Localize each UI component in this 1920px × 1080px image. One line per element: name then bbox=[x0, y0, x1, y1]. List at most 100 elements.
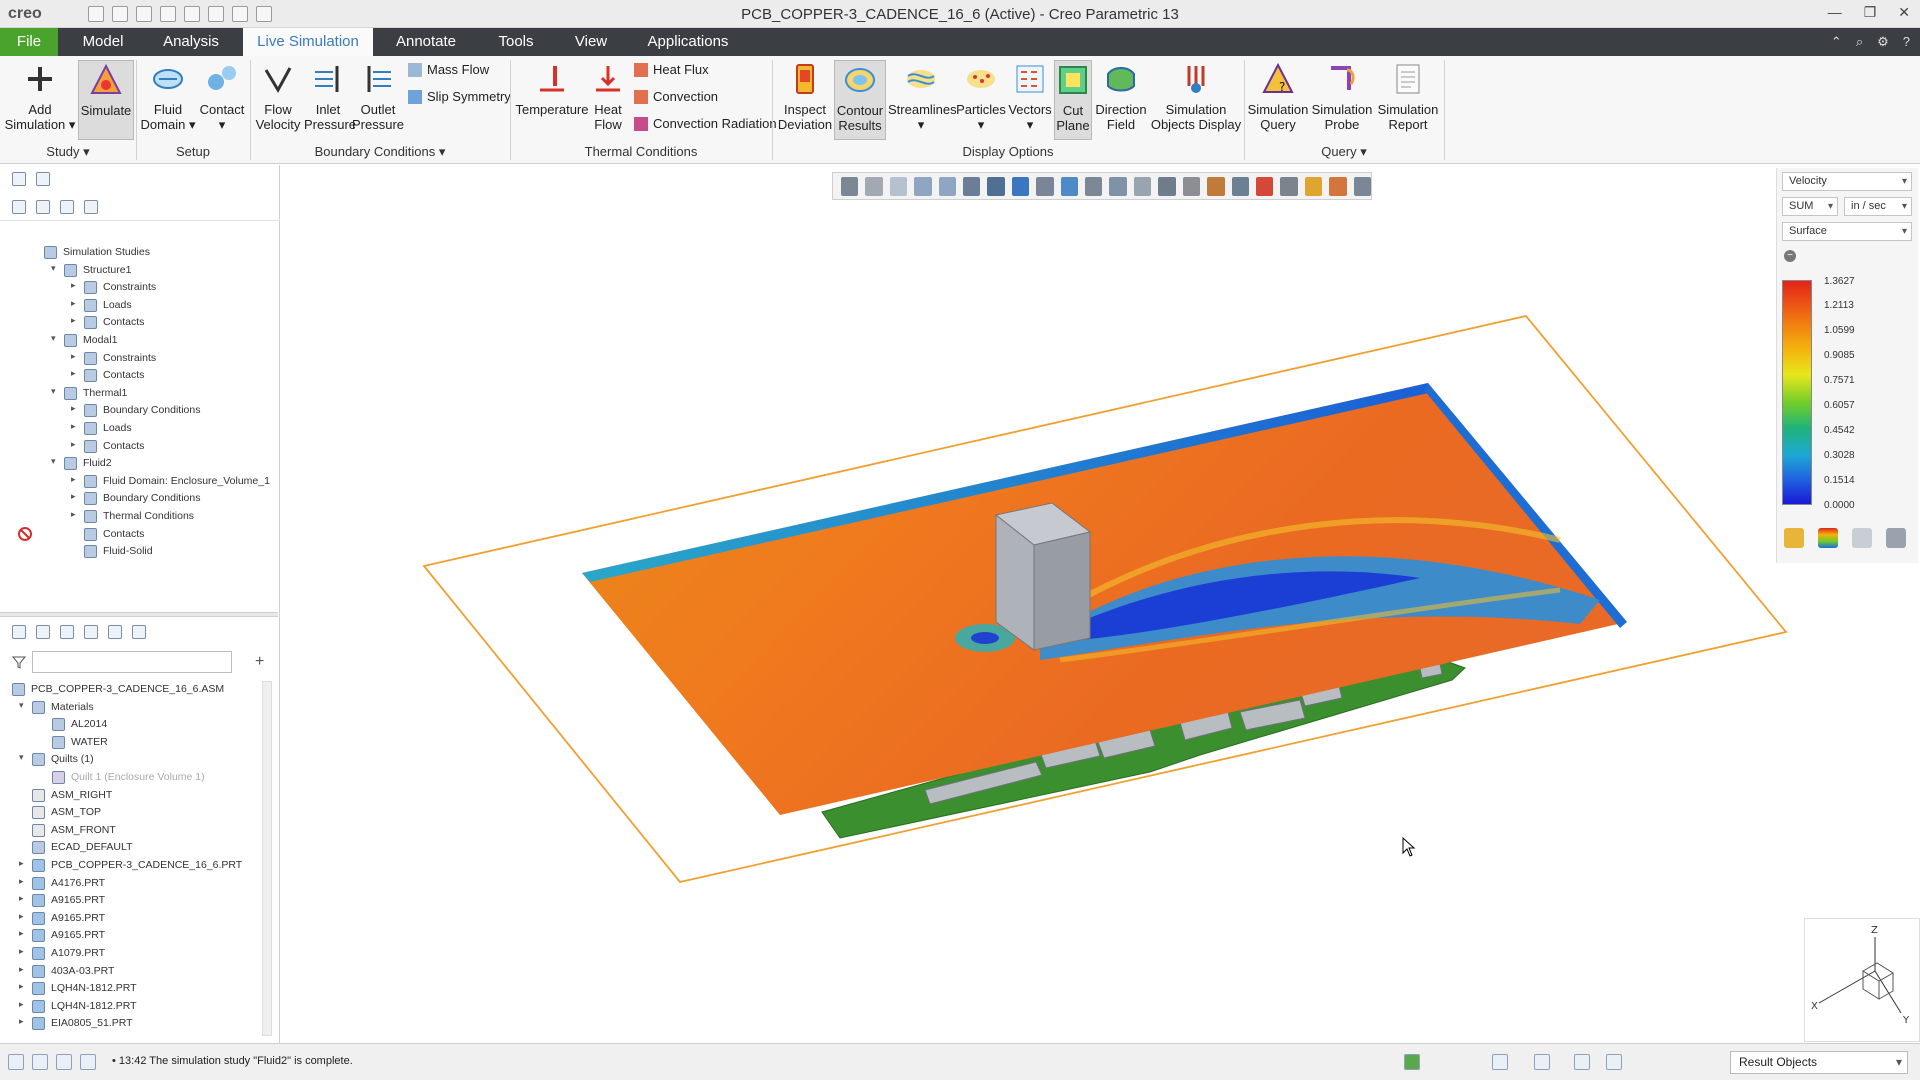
inlet-pressure-button[interactable]: Inlet Pressure bbox=[304, 60, 356, 132]
tab-live-simulation[interactable]: Live Simulation bbox=[243, 28, 373, 56]
tree-row[interactable]: ▸ PCB_COPPER-3_CADENCE_16_6.PRT bbox=[0, 857, 270, 875]
mass-flow-button[interactable]: Mass Flow bbox=[408, 62, 489, 77]
expand-arrow-icon[interactable]: ▸ bbox=[71, 298, 76, 309]
tree-row[interactable]: Quilt 1 (Enclosure Volume 1) bbox=[0, 769, 270, 787]
tree-row[interactable]: ECAD_DEFAULT bbox=[0, 839, 270, 857]
tree-row[interactable]: ASM_FRONT bbox=[0, 822, 270, 840]
tree-row[interactable]: ▾ Materials bbox=[0, 699, 270, 717]
simulation-report-button[interactable]: Simulation Report bbox=[1374, 60, 1442, 132]
minimize-icon[interactable]: — bbox=[1828, 4, 1842, 21]
selection-filter-select[interactable]: Result Objects bbox=[1730, 1051, 1908, 1074]
tree-row[interactable]: ▾ Quilts (1) bbox=[0, 751, 270, 769]
tree-row[interactable]: ASM_RIGHT bbox=[0, 787, 270, 805]
result-units-select[interactable]: in / sec bbox=[1844, 197, 1912, 216]
live-simulation-icon[interactable] bbox=[1255, 176, 1274, 196]
tree-row[interactable]: ▸ Contacts bbox=[0, 438, 270, 456]
collapse-all-icon[interactable] bbox=[60, 199, 74, 214]
tree-row[interactable]: Simulation Studies bbox=[0, 244, 270, 262]
collapse-arrow-icon[interactable]: ▾ bbox=[51, 456, 56, 467]
tree-columns-icon[interactable] bbox=[132, 625, 146, 639]
tree-row[interactable]: ASM_TOP bbox=[0, 804, 270, 822]
tree-row[interactable]: ▸ Loads bbox=[0, 420, 270, 438]
folder-browser-tab-icon[interactable] bbox=[36, 172, 50, 186]
tab-analysis[interactable]: Analysis bbox=[156, 28, 226, 56]
csys-display-icon[interactable] bbox=[1182, 176, 1201, 196]
tab-annotate[interactable]: Annotate bbox=[389, 28, 463, 56]
browser-toggle-icon[interactable] bbox=[32, 1054, 48, 1070]
expand-all-icon[interactable] bbox=[36, 625, 50, 639]
contour-results-button[interactable]: Contour Results bbox=[834, 60, 886, 140]
cut-plane-button[interactable]: Cut Plane bbox=[1054, 60, 1092, 140]
expand-arrow-icon[interactable]: ▸ bbox=[71, 315, 76, 326]
expand-arrow-icon[interactable]: ▸ bbox=[71, 403, 76, 414]
spin-center-icon[interactable] bbox=[987, 176, 1005, 196]
expand-arrow-icon[interactable]: ▸ bbox=[19, 911, 24, 922]
heat-flow-button[interactable]: Heat Flow bbox=[590, 60, 626, 132]
view-manager-icon[interactable] bbox=[1085, 176, 1103, 196]
expand-arrow-icon[interactable]: ▸ bbox=[71, 421, 76, 432]
temperature-button[interactable]: Temperature bbox=[514, 60, 590, 117]
tree-row[interactable]: AL2014 bbox=[0, 716, 270, 734]
tree-row[interactable]: ▸ Loads bbox=[0, 297, 270, 315]
tree-row[interactable]: ▸ A1079.PRT bbox=[0, 945, 270, 963]
selection-filter-icon[interactable] bbox=[1574, 1054, 1590, 1070]
legend-export-icon[interactable] bbox=[1852, 528, 1872, 548]
tree-row[interactable]: ▸ A9165.PRT bbox=[0, 910, 270, 928]
collapse-arrow-icon[interactable]: ▾ bbox=[19, 752, 24, 763]
collapse-arrow-icon[interactable]: ▾ bbox=[51, 386, 56, 397]
tree-row[interactable]: ▾ Structure1 bbox=[0, 262, 270, 280]
result-display-select[interactable]: Surface bbox=[1782, 222, 1912, 241]
collapse-arrow-icon[interactable]: ▾ bbox=[51, 263, 56, 274]
simulate-button[interactable]: Simulate bbox=[78, 60, 134, 140]
collapse-arrow-icon[interactable]: ▾ bbox=[51, 333, 56, 344]
inspect-deviation-button[interactable]: Inspect Deviation bbox=[776, 60, 834, 132]
tree-row[interactable]: ▸ 403A-03.PRT bbox=[0, 963, 270, 981]
tree-row[interactable]: ▾ Modal1 bbox=[0, 332, 270, 350]
refit-icon[interactable] bbox=[841, 176, 859, 196]
legend-settings-icon[interactable] bbox=[1784, 528, 1804, 548]
navigator-toggle-icon[interactable] bbox=[8, 1054, 24, 1070]
flow-velocity-button[interactable]: Flow Velocity bbox=[252, 60, 304, 132]
tree-columns-icon[interactable] bbox=[84, 199, 98, 214]
simulation-probe-button[interactable]: Simulation Probe bbox=[1310, 60, 1374, 132]
tree-row[interactable]: WATER bbox=[0, 734, 270, 752]
selection-box-icon[interactable] bbox=[1534, 1054, 1550, 1070]
view-orientation-triad[interactable]: Z X Y bbox=[1804, 918, 1920, 1042]
result-component-select[interactable]: SUM bbox=[1782, 197, 1838, 216]
streamlines-button[interactable]: Streamlines ▾ bbox=[888, 60, 957, 132]
search-icon[interactable]: ⌕ bbox=[1856, 34, 1863, 50]
tree-row[interactable]: ▸ Fluid Domain: Enclosure_Volume_1 bbox=[0, 473, 270, 491]
collapse-arrow-icon[interactable]: ▾ bbox=[19, 700, 24, 711]
expand-arrow-icon[interactable]: ▸ bbox=[19, 893, 24, 904]
tree-row[interactable]: Contacts bbox=[0, 526, 270, 544]
regeneration-status-icon[interactable] bbox=[1404, 1054, 1420, 1070]
expand-arrow-icon[interactable]: ▸ bbox=[19, 1016, 24, 1027]
axis-display-icon[interactable] bbox=[1231, 176, 1249, 196]
tree-row[interactable]: ▾ Thermal1 bbox=[0, 385, 270, 403]
selection-buffer-icon[interactable] bbox=[1606, 1054, 1622, 1070]
perspective-icon[interactable] bbox=[1060, 176, 1079, 196]
legend-reset-icon[interactable] bbox=[1886, 528, 1906, 548]
simulation-query-button[interactable]: ? Simulation Query bbox=[1246, 60, 1310, 132]
heat-flux-button[interactable]: Heat Flux bbox=[634, 62, 709, 77]
tree-row[interactable]: ▸ Thermal Conditions bbox=[0, 508, 270, 526]
results-display-icon[interactable] bbox=[1304, 176, 1323, 196]
help-icon[interactable]: ? bbox=[1903, 34, 1910, 50]
tree-row[interactable]: ▸ LQH4N-1812.PRT bbox=[0, 998, 270, 1016]
message-log-icon[interactable] bbox=[80, 1054, 96, 1070]
fullscreen-icon[interactable] bbox=[56, 1054, 72, 1070]
add-filter-icon[interactable]: + bbox=[255, 653, 264, 671]
tab-model[interactable]: Model bbox=[74, 28, 132, 56]
particles-button[interactable]: Particles ▾ bbox=[954, 60, 1008, 132]
model-tree-scrollbar[interactable] bbox=[262, 681, 272, 1036]
result-quantity-select[interactable]: Velocity bbox=[1782, 172, 1912, 191]
group-study[interactable]: Study ▾ bbox=[0, 144, 136, 160]
contact-button[interactable]: Contact ▾ bbox=[196, 60, 248, 132]
expand-arrow-icon[interactable]: ▸ bbox=[19, 858, 24, 869]
tab-view[interactable]: View bbox=[565, 28, 617, 56]
tab-applications[interactable]: Applications bbox=[643, 28, 733, 56]
tree-row[interactable]: ▸ Constraints bbox=[0, 279, 270, 297]
graphics-viewport[interactable] bbox=[281, 165, 1920, 1043]
tree-row[interactable]: Fluid-Solid bbox=[0, 543, 270, 561]
find-icon[interactable] bbox=[1492, 1054, 1508, 1070]
